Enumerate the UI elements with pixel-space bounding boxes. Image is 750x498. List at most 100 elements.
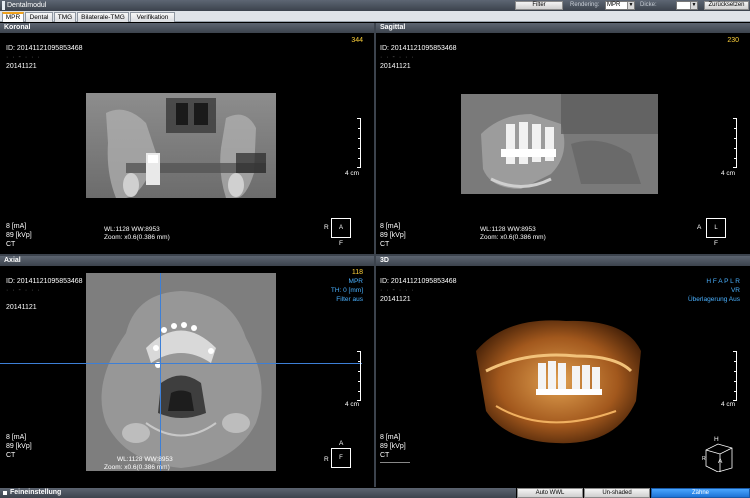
3d-render-mode: VR (730, 287, 740, 294)
coronal-slice-number: 344 (351, 37, 363, 44)
axial-mpr-label: MPR (348, 278, 363, 285)
rendering-select[interactable]: MPR ▼ (605, 1, 635, 10)
tab-bilaterale-tmg[interactable]: Bilaterale-TMG (77, 12, 129, 22)
3d-redacted-name: · · - · · · (380, 287, 415, 294)
axial-orient-top: A (339, 440, 344, 447)
coronal-zoom: Zoom: x0.6(0.386 mm) (104, 234, 170, 241)
sagittal-header: Sagittal (376, 23, 750, 33)
axial-wl-ww: WL:1128 WW:8953 (117, 456, 173, 463)
chevron-down-icon: ▼ (690, 2, 697, 9)
axial-thickness: TH: 0 [mm] (330, 287, 363, 294)
coronal-patient-id: ID: 20141121095853468 (6, 45, 83, 52)
filter-button[interactable]: Filter (515, 1, 563, 10)
3d-cube-left: R (702, 456, 706, 462)
coronal-study-date: 20141121 (6, 63, 37, 70)
axial-patient-id: ID: 20141121095853468 (6, 278, 83, 285)
coronal-scale-label: 4 cm (345, 170, 360, 177)
3d-overlay-status: Überlagerung Aus (687, 296, 740, 303)
3d-modality: CT (380, 452, 390, 459)
sagittal-orient-left: A (697, 224, 702, 231)
teeth-button-label: Zähne (691, 490, 709, 496)
dicke-label: Dicke: (640, 2, 657, 8)
axial-crosshair-horizontal[interactable] (0, 363, 362, 364)
tab-verifikation[interactable]: Verifikation (130, 12, 175, 22)
coronal-header: Koronal (0, 23, 374, 33)
sagittal-study-date: 20141121 (380, 63, 411, 70)
sagittal-wl-ww: WL:1128 WW:8953 (480, 226, 536, 233)
title-bar: Dentalmodul Filter Rendering: MPR ▼ Dick… (0, 0, 750, 11)
reset-button[interactable]: Zurücksetzen (704, 1, 749, 10)
sagittal-patient-id: ID: 20141121095853468 (380, 45, 457, 52)
sagittal-orientation-box: L (706, 218, 726, 238)
3d-scale-bar (733, 351, 737, 401)
sagittal-modality: CT (380, 241, 390, 248)
tab-dental[interactable]: Dental (25, 12, 53, 22)
3d-scale-label: 4 cm (721, 401, 736, 408)
3d-header: 3D (376, 256, 750, 266)
rendering-select-value: MPR (607, 2, 621, 8)
3d-study-date: 20141121 (380, 296, 411, 303)
coronal-kvp: 89 [kVp] (6, 232, 32, 239)
3d-viewport[interactable]: 3D ID: 20141121095853468 · · - · · · 201… (376, 256, 750, 487)
sagittal-ma: 8 [mA] (380, 223, 401, 230)
sagittal-redacted-name: · · - · · · (380, 54, 415, 61)
coronal-orient-bottom: F (339, 240, 343, 247)
3d-kvp: 89 [kVp] (380, 443, 406, 450)
dicke-select[interactable]: ▼ (676, 1, 698, 10)
sagittal-scale-label: 4 cm (721, 170, 736, 177)
axial-orient-left: R (324, 456, 329, 463)
axial-modality: CT (6, 452, 16, 459)
sagittal-viewport[interactable]: Sagittal 230 ID: 20141121095853468 · · -… (376, 23, 750, 254)
fine-tuning-text: Feineinstellung (10, 489, 62, 496)
coronal-viewport[interactable]: Koronal 344 ID: 20141121095853468 · · - … (0, 23, 374, 254)
axial-header: Axial (0, 256, 374, 266)
auto-wwl-button[interactable]: Auto WWL (517, 488, 583, 498)
chevron-down-icon: ▼ (627, 2, 634, 9)
axial-viewport[interactable]: Axial 118 MPR TH: 0 [mm] Filter aus ID: … (0, 256, 374, 487)
3d-patient-id: ID: 20141121095853468 (380, 278, 457, 285)
coronal-ma: 8 [mA] (6, 223, 27, 230)
sagittal-orient-bottom: F (714, 240, 718, 247)
axial-zoom: Zoom: x0.6(0.386 mm) (104, 464, 170, 471)
sagittal-zoom: Zoom: x0.6(0.386 mm) (480, 234, 546, 241)
axial-kvp: 89 [kVp] (6, 443, 32, 450)
app-title: Dentalmodul (7, 2, 47, 9)
axial-orientation-box: F (331, 448, 351, 468)
sagittal-kvp: 89 [kVp] (380, 232, 406, 239)
axial-study-date: 20141121 (6, 304, 37, 311)
3d-direction-labels: H F A P L R (706, 278, 740, 285)
expand-icon[interactable] (3, 491, 7, 495)
axial-ct-image (86, 273, 276, 471)
teeth-button[interactable]: Zähne (651, 488, 750, 498)
3d-cube-top: H (714, 436, 719, 443)
3d-divider (380, 462, 410, 463)
coronal-ct-image (86, 93, 276, 198)
3d-ma: 8 [mA] (380, 434, 401, 441)
sagittal-slice-number: 230 (727, 37, 739, 44)
axial-slice-number: 118 (351, 269, 363, 276)
tab-mpr[interactable]: MPR (2, 12, 24, 22)
unshaded-button[interactable]: Un-shaded (584, 488, 650, 498)
tab-tmg[interactable]: TMG (54, 12, 76, 22)
3d-volume-render (476, 320, 641, 444)
coronal-modality: CT (6, 241, 16, 248)
axial-redacted-name: · · - · · · (6, 287, 41, 294)
axial-scale-bar (357, 351, 361, 401)
axial-ma: 8 [mA] (6, 434, 27, 441)
sagittal-ct-image (461, 94, 658, 194)
app-logo-icon (2, 1, 5, 10)
3d-cube-face: A (718, 458, 723, 465)
axial-filter-status: Filter aus (336, 296, 363, 303)
coronal-orientation-box: A (331, 218, 351, 238)
coronal-redacted-name: · · - · · · (6, 54, 41, 61)
axial-crosshair-vertical[interactable] (160, 273, 161, 471)
coronal-orient-left: R (324, 224, 329, 231)
coronal-wl-ww: WL:1128 WW:8953 (104, 226, 160, 233)
rendering-label: Rendering: (570, 2, 600, 8)
tab-bar: MPR Dental TMG Bilaterale-TMG Verifikati… (0, 11, 750, 22)
orientation-cube-icon[interactable] (698, 438, 734, 472)
sagittal-scale-bar (733, 118, 737, 168)
horizontal-separator[interactable] (0, 254, 750, 256)
coronal-scale-bar (357, 118, 361, 168)
fine-tuning-label[interactable]: Feineinstellung (0, 488, 516, 498)
